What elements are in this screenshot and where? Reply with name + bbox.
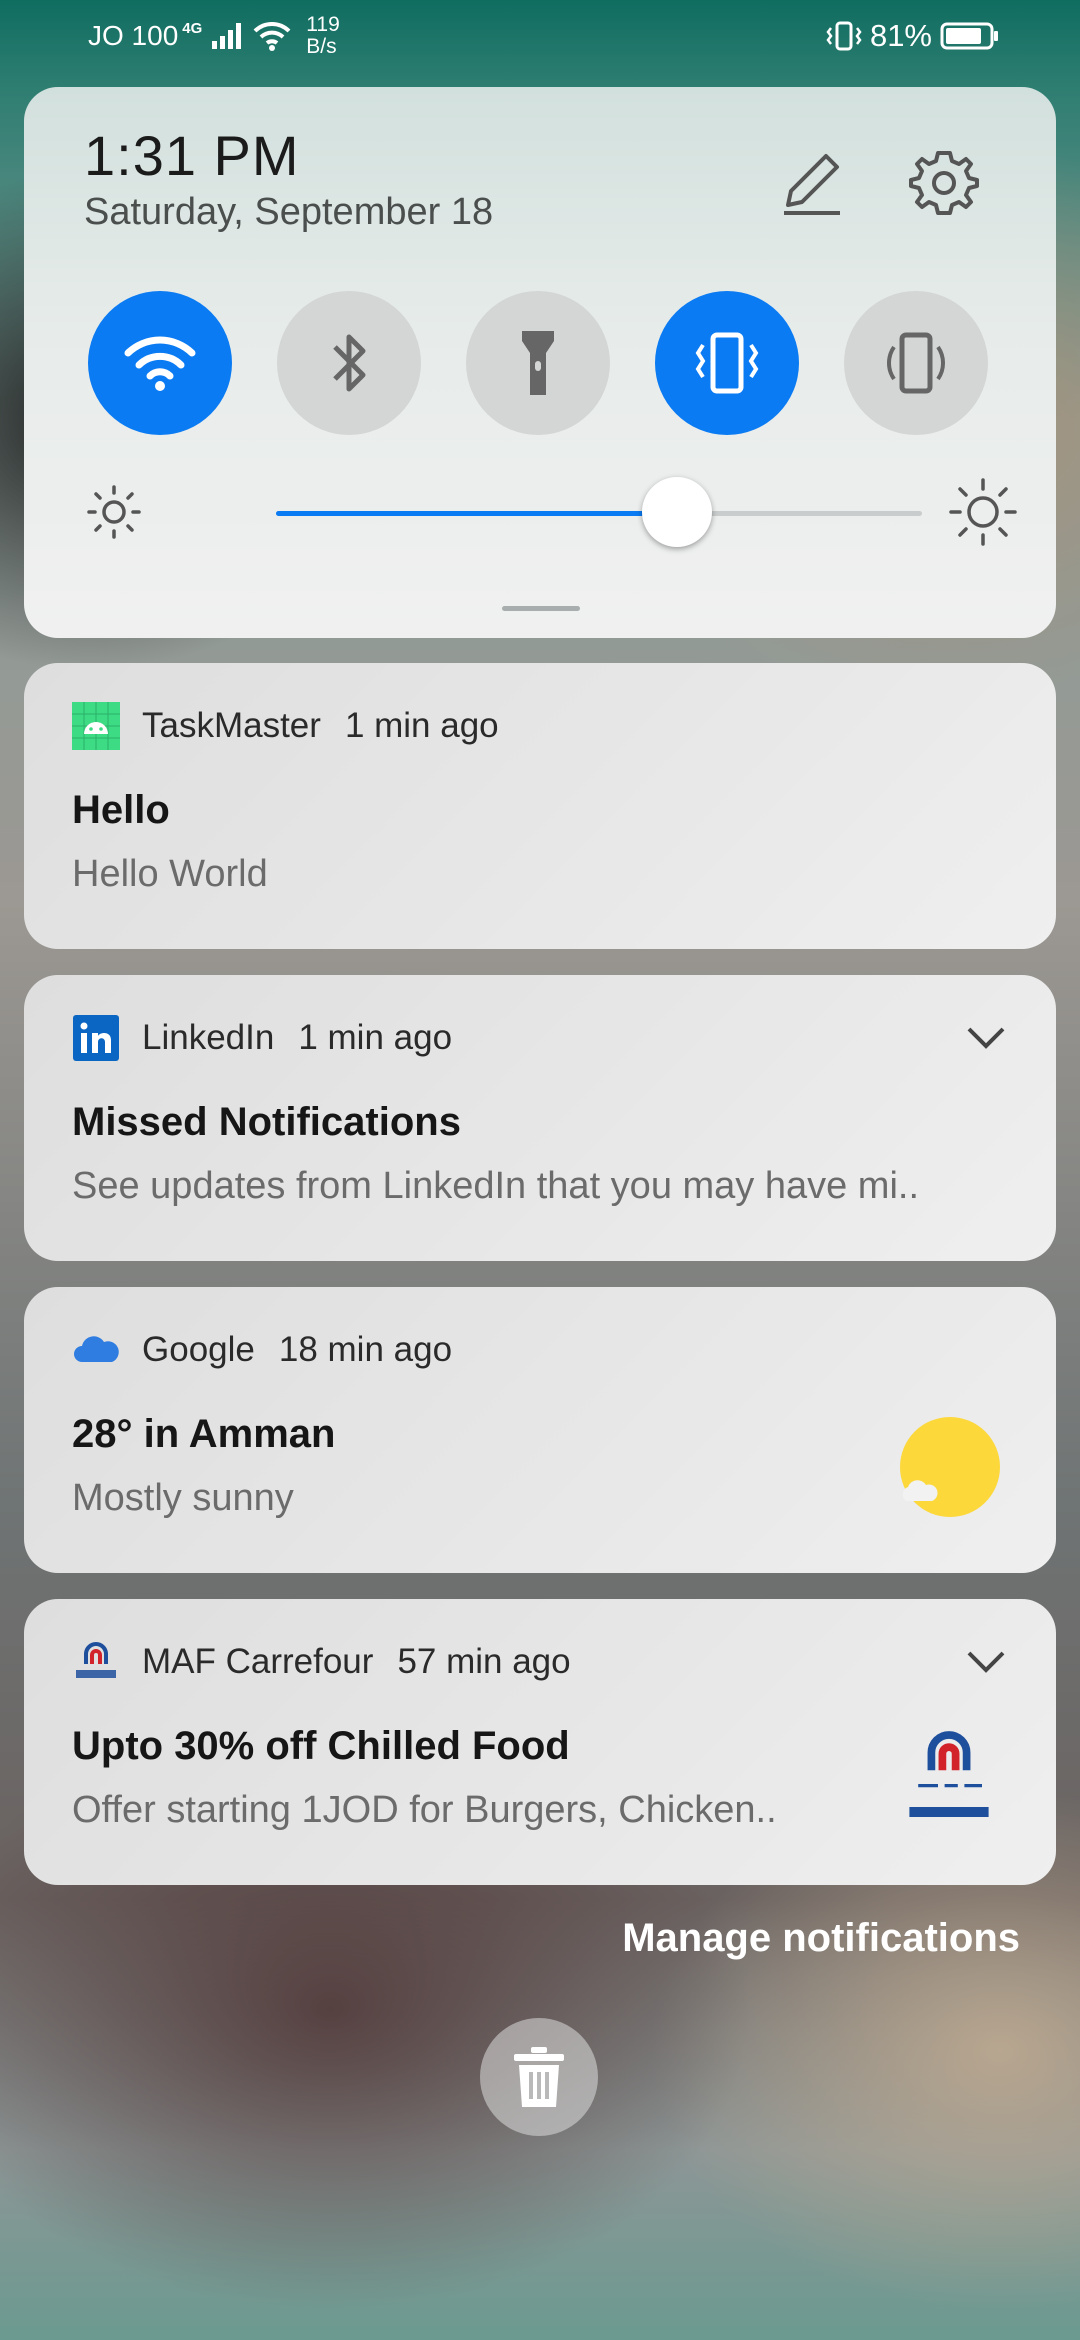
quick-settings-panel: 1:31 PM Saturday, September 18 — [24, 87, 1056, 638]
edit-button[interactable] — [776, 147, 848, 219]
linkedin-icon — [72, 1014, 120, 1062]
chevron-down-icon[interactable] — [966, 1023, 1006, 1053]
notification-header: LinkedIn 1 min ago — [72, 1013, 452, 1063]
wifi-toggle[interactable] — [88, 291, 232, 435]
notification-title: Upto 30% off Chilled Food — [72, 1724, 570, 1768]
app-name: Google — [142, 1330, 255, 1369]
brightness-high-icon — [949, 478, 1017, 546]
brightness-track[interactable] — [276, 477, 922, 547]
chevron-down-icon[interactable] — [966, 1647, 1006, 1677]
vibrate-status-icon — [826, 21, 862, 51]
status-bar: JO 100 4G 119 B/s 81% — [0, 0, 1080, 80]
notification-body: Offer starting 1JOD for Burgers, Chicken… — [72, 1789, 777, 1831]
notification-body: See updates from LinkedIn that you may h… — [72, 1165, 920, 1207]
flashlight-icon — [522, 331, 554, 395]
notification-time: 18 min ago — [278, 1330, 453, 1369]
pencil-icon — [784, 154, 840, 215]
notification-card-google[interactable]: Google 18 min ago 28° in Amman Mostly su… — [24, 1287, 1056, 1573]
notification-time: 1 min ago — [344, 706, 499, 745]
clock: 1:31 PM — [84, 124, 300, 187]
notification-body: Mostly sunny — [72, 1477, 294, 1519]
app-name: TaskMaster — [142, 706, 321, 745]
app-name: LinkedIn — [142, 1018, 275, 1057]
notification-header: Google 18 min ago — [72, 1325, 452, 1375]
flashlight-toggle[interactable] — [466, 291, 610, 435]
bluetooth-toggle[interactable] — [277, 291, 421, 435]
network-speed: 119 B/s — [306, 14, 339, 58]
cloud-icon — [72, 1326, 120, 1374]
android-icon — [72, 702, 120, 750]
date-label: Saturday, September 18 — [84, 191, 494, 233]
status-right: 81% — [826, 18, 1000, 54]
gear-icon — [909, 151, 979, 215]
carrefour-icon — [72, 1638, 120, 1686]
sunny-weather-icon — [900, 1417, 1000, 1517]
trash-icon — [514, 2047, 564, 2107]
notification-body: Hello World — [72, 853, 268, 895]
wifi-status-icon — [253, 21, 291, 51]
carrefour-logo — [909, 1731, 989, 1817]
notification-time: 57 min ago — [397, 1642, 571, 1681]
carrier-label: JO 100 — [88, 20, 179, 51]
notification-time: 1 min ago — [298, 1018, 453, 1057]
speed-value: 119 — [306, 13, 340, 36]
bluetooth-icon — [333, 334, 366, 392]
brightness-low-icon — [87, 485, 141, 539]
manage-notifications-button[interactable]: Manage notifications — [622, 1916, 1020, 1961]
speed-unit: B/s — [306, 35, 337, 58]
battery-icon — [940, 22, 998, 50]
brightness-thumb[interactable] — [641, 477, 712, 547]
settings-button[interactable] — [908, 147, 980, 219]
status-left: JO 100 4G 119 B/s — [88, 14, 340, 58]
vibrate-toggle[interactable] — [655, 291, 799, 435]
app-name: MAF Carrefour — [142, 1642, 374, 1681]
brightness-slider[interactable] — [84, 477, 1059, 547]
clear-all-button[interactable] — [480, 2018, 598, 2136]
vibrate-icon — [695, 332, 759, 394]
notification-title: Hello — [72, 788, 170, 832]
notification-title: Missed Notifications — [72, 1100, 461, 1144]
signal-icon — [212, 23, 242, 49]
notification-card-linkedin[interactable]: LinkedIn 1 min ago Missed Notifications … — [24, 975, 1056, 1261]
battery-percent: 81% — [869, 18, 932, 53]
notification-header: MAF Carrefour 57 min ago — [72, 1637, 571, 1687]
auto-rotate-toggle[interactable] — [844, 291, 988, 435]
rotate-icon — [886, 332, 946, 394]
brightness-fill — [276, 511, 677, 516]
wifi-icon — [124, 336, 196, 391]
panel-drag-handle[interactable] — [502, 606, 580, 611]
notification-header: TaskMaster 1 min ago — [72, 701, 499, 751]
network-type: 4G — [182, 19, 203, 37]
notification-card-carrefour[interactable]: MAF Carrefour 57 min ago Upto 30% off Ch… — [24, 1599, 1056, 1885]
notification-title: 28° in Amman — [72, 1412, 336, 1456]
notification-card-taskmaster[interactable]: TaskMaster 1 min ago Hello Hello World — [24, 663, 1056, 949]
